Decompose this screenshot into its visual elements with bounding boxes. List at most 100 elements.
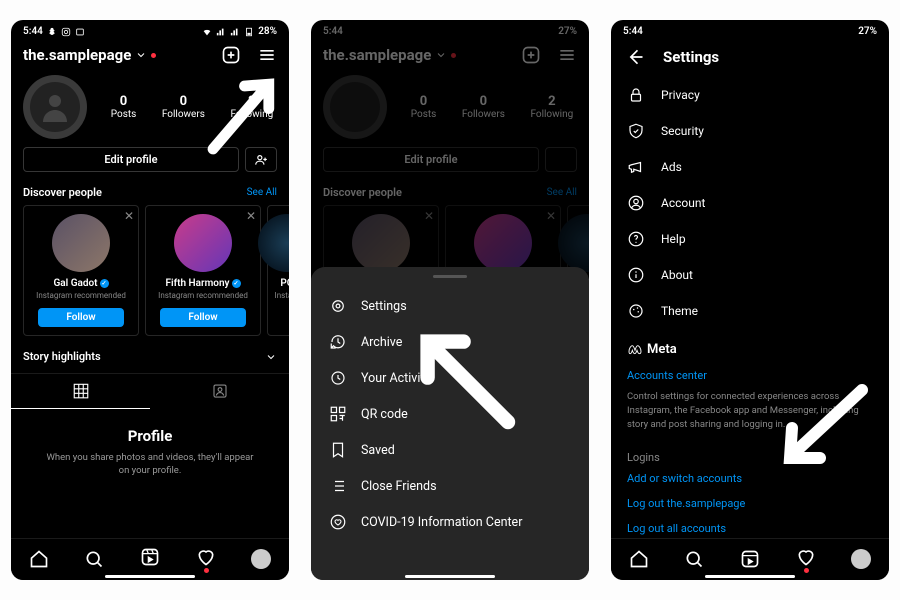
card-avatar bbox=[52, 214, 110, 272]
suggestion-card[interactable]: ✕ Fifth Harmony✓ Instagram recommended F… bbox=[145, 205, 261, 336]
add-switch-accounts[interactable]: Add or switch accounts bbox=[611, 466, 889, 491]
status-bar: 5:44 28% bbox=[11, 20, 289, 39]
archive-icon bbox=[329, 333, 347, 351]
see-all-link[interactable]: See All bbox=[247, 187, 277, 198]
home-icon[interactable] bbox=[29, 549, 49, 569]
card-avatar bbox=[174, 214, 232, 272]
tab-grid[interactable] bbox=[11, 374, 150, 409]
profile-nav-icon[interactable] bbox=[251, 549, 271, 569]
settings-ads[interactable]: Ads bbox=[611, 149, 889, 185]
suggestion-card[interactable]: ✕ PO Instagr bbox=[267, 205, 289, 336]
bottom-nav bbox=[11, 538, 289, 580]
instagram-icon bbox=[61, 27, 71, 37]
meta-logo: Meta bbox=[627, 341, 873, 357]
megaphone-icon bbox=[627, 158, 645, 176]
new-post-icon[interactable] bbox=[221, 45, 241, 65]
accounts-center-link[interactable]: Accounts center bbox=[611, 363, 889, 388]
settings-help[interactable]: Help bbox=[611, 221, 889, 257]
tagged-icon bbox=[211, 382, 229, 400]
tab-icon bbox=[75, 27, 85, 37]
list-icon bbox=[329, 477, 347, 495]
screenshot-profile: 5:44 28% the.samplepage bbox=[11, 20, 289, 580]
add-person-icon bbox=[254, 153, 268, 167]
settings-about[interactable]: About bbox=[611, 257, 889, 293]
qr-icon bbox=[329, 405, 347, 423]
gear-icon bbox=[329, 297, 347, 315]
bottom-nav bbox=[611, 538, 889, 580]
bookmark-icon bbox=[329, 441, 347, 459]
settings-theme[interactable]: Theme bbox=[611, 293, 889, 329]
stat-posts[interactable]: 0Posts bbox=[111, 94, 137, 120]
settings-security[interactable]: Security bbox=[611, 113, 889, 149]
person-icon bbox=[37, 89, 73, 125]
reels-icon[interactable] bbox=[740, 549, 760, 569]
gesture-bar bbox=[105, 575, 195, 578]
story-highlights-row[interactable]: Story highlights bbox=[11, 344, 289, 369]
verified-icon: ✓ bbox=[232, 279, 241, 288]
battery-icon bbox=[244, 27, 254, 37]
activity-icon[interactable] bbox=[196, 547, 216, 570]
logins-section: Logins bbox=[611, 439, 889, 466]
meta-icon bbox=[627, 341, 643, 357]
gesture-bar bbox=[705, 575, 795, 578]
follow-button[interactable]: Follow bbox=[38, 308, 124, 327]
grid-icon bbox=[72, 382, 90, 400]
gesture-bar bbox=[405, 575, 495, 578]
wifi-icon bbox=[202, 27, 212, 37]
back-icon[interactable] bbox=[625, 47, 645, 67]
username-selector[interactable]: the.samplepage bbox=[23, 46, 156, 64]
home-icon[interactable] bbox=[629, 549, 649, 569]
suggestion-card[interactable]: ✕ Gal Gadot✓ Instagram recommended Follo… bbox=[23, 205, 139, 336]
signal-icon bbox=[216, 27, 226, 37]
info-icon bbox=[627, 266, 645, 284]
sheet-covid[interactable]: COVID-19 Information Center bbox=[311, 504, 589, 540]
profile-nav-icon[interactable] bbox=[851, 549, 871, 569]
sheet-archive[interactable]: Archive bbox=[311, 324, 589, 360]
help-icon bbox=[627, 230, 645, 248]
chevron-down-icon bbox=[135, 49, 147, 61]
lock-icon bbox=[627, 86, 645, 104]
settings-title: Settings bbox=[663, 48, 719, 66]
edit-profile-button[interactable]: Edit profile bbox=[23, 147, 239, 172]
sheet-settings[interactable]: Settings bbox=[311, 288, 589, 324]
sheet-activity[interactable]: Your Activity bbox=[311, 360, 589, 396]
follow-button[interactable]: Follow bbox=[160, 308, 246, 327]
search-icon[interactable] bbox=[684, 549, 704, 569]
empty-profile-message: Profile When you share photos and videos… bbox=[11, 409, 289, 496]
card-avatar bbox=[258, 214, 289, 272]
screenshot-menu-sheet: 5:4427% the.samplepage 0Posts 0Followers… bbox=[311, 20, 589, 580]
discover-people-button[interactable] bbox=[245, 147, 277, 172]
verified-icon: ✓ bbox=[100, 279, 109, 288]
stat-following[interactable]: 2Following bbox=[230, 94, 273, 120]
tab-tagged[interactable] bbox=[150, 374, 289, 409]
reels-icon[interactable] bbox=[140, 547, 160, 570]
sheet-saved[interactable]: Saved bbox=[311, 432, 589, 468]
sheet-close-friends[interactable]: Close Friends bbox=[311, 468, 589, 504]
logout-user[interactable]: Log out the.samplepage bbox=[611, 491, 889, 516]
bottom-sheet: Settings Archive Your Activity QR code S… bbox=[311, 267, 589, 580]
suggestion-cards: ✕ Gal Gadot✓ Instagram recommended Follo… bbox=[11, 205, 289, 344]
search-icon[interactable] bbox=[84, 549, 104, 569]
settings-account[interactable]: Account bbox=[611, 185, 889, 221]
theme-icon bbox=[627, 302, 645, 320]
sheet-qrcode[interactable]: QR code bbox=[311, 396, 589, 432]
discover-label: Discover people bbox=[23, 186, 102, 199]
close-icon[interactable]: ✕ bbox=[246, 209, 256, 223]
account-icon bbox=[627, 194, 645, 212]
sheet-handle[interactable] bbox=[433, 275, 467, 278]
notification-dot bbox=[151, 53, 156, 58]
close-icon[interactable]: ✕ bbox=[124, 209, 134, 223]
snapchat-icon bbox=[47, 27, 57, 37]
hamburger-icon[interactable] bbox=[257, 45, 277, 65]
signal-icon bbox=[230, 27, 240, 37]
screenshot-settings: 5:4427% Settings Privacy Security Ads Ac… bbox=[611, 20, 889, 580]
chevron-down-icon bbox=[265, 351, 277, 363]
avatar[interactable] bbox=[23, 75, 87, 139]
activity-icon[interactable] bbox=[796, 547, 816, 570]
profile-stats-row: 0Posts 0Followers 2Following bbox=[11, 71, 289, 147]
heart-circle-icon bbox=[329, 513, 347, 531]
stat-followers[interactable]: 0Followers bbox=[162, 94, 205, 120]
clock-icon bbox=[329, 369, 347, 387]
settings-privacy[interactable]: Privacy bbox=[611, 77, 889, 113]
accounts-center-desc: Control settings for connected experienc… bbox=[611, 388, 889, 439]
